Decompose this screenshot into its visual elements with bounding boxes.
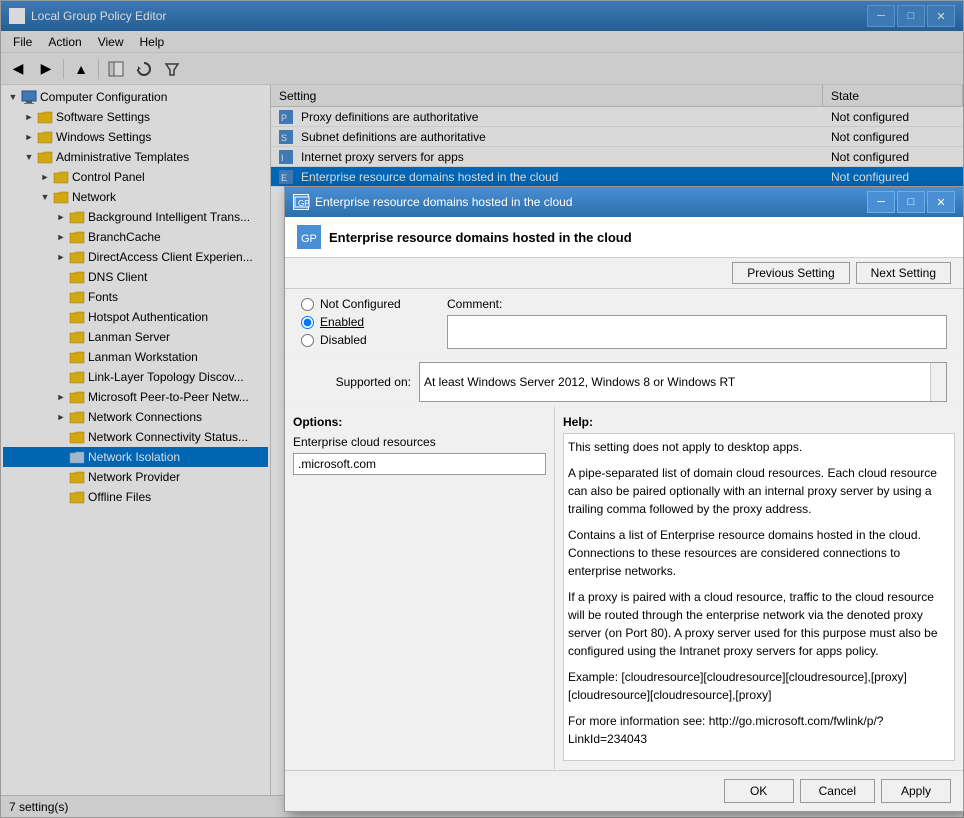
- radio-input-enabled[interactable]: [301, 316, 314, 329]
- svg-text:GP: GP: [298, 199, 310, 208]
- prev-setting-button[interactable]: Previous Setting: [732, 262, 849, 284]
- svg-text:GP: GP: [301, 233, 317, 245]
- enterprise-cloud-resources-input[interactable]: [293, 453, 546, 475]
- modal-title: Enterprise resource domains hosted in th…: [315, 195, 867, 209]
- radio-label-enabled: Enabled: [320, 315, 364, 329]
- radio-disabled[interactable]: Disabled: [301, 333, 431, 347]
- modal-minimize-button[interactable]: ─: [867, 191, 895, 213]
- options-panel: Options: Enterprise cloud resources: [285, 407, 555, 769]
- help-title: Help:: [563, 415, 955, 429]
- supported-value-box: At least Windows Server 2012, Windows 8 …: [419, 362, 947, 402]
- help-para-1: A pipe-separated list of domain cloud re…: [568, 464, 950, 518]
- ok-button[interactable]: OK: [724, 779, 794, 803]
- help-para-0: This setting does not apply to desktop a…: [568, 438, 950, 456]
- help-panel: Help: This setting does not apply to des…: [555, 407, 963, 769]
- radio-input-disabled[interactable]: [301, 334, 314, 347]
- modal-close-button[interactable]: ✕: [927, 191, 955, 213]
- modal-dialog: GP Enterprise resource domains hosted in…: [284, 186, 964, 812]
- radio-label-disabled: Disabled: [320, 333, 367, 347]
- cancel-button[interactable]: Cancel: [800, 779, 875, 803]
- help-para-4: Example: [cloudresource][cloudresource][…: [568, 668, 950, 704]
- modal-header-icon: GP: [297, 225, 321, 249]
- comment-label: Comment:: [447, 297, 947, 311]
- radio-group: Not Configured Enabled Disabled: [301, 297, 431, 349]
- modal-app-icon: GP: [293, 194, 309, 210]
- apply-button[interactable]: Apply: [881, 779, 951, 803]
- help-content: This setting does not apply to desktop a…: [563, 433, 955, 761]
- main-window: Local Group Policy Editor ─ □ ✕ File Act…: [0, 0, 964, 818]
- modal-nav: Previous Setting Next Setting: [285, 258, 963, 289]
- radio-label-not-configured: Not Configured: [320, 297, 401, 311]
- radio-not-configured[interactable]: Not Configured: [301, 297, 431, 311]
- next-setting-button[interactable]: Next Setting: [856, 262, 951, 284]
- modal-header-title: Enterprise resource domains hosted in th…: [329, 230, 632, 245]
- radio-enabled[interactable]: Enabled: [301, 315, 431, 329]
- help-para-2: Contains a list of Enterprise resource d…: [568, 526, 950, 580]
- config-comment-row: Not Configured Enabled Disabled Comment:: [285, 289, 963, 358]
- options-help-row: Options: Enterprise cloud resources Help…: [285, 407, 963, 770]
- help-para-5: For more information see: http://go.micr…: [568, 712, 950, 748]
- radio-input-not-configured[interactable]: [301, 298, 314, 311]
- supported-value-text: At least Windows Server 2012, Windows 8 …: [424, 375, 735, 389]
- modal-footer: OK Cancel Apply: [285, 770, 963, 811]
- modal-header-strip: GP Enterprise resource domains hosted in…: [285, 217, 963, 258]
- modal-overlay: GP Enterprise resource domains hosted in…: [1, 1, 963, 817]
- supported-scrollbar: [930, 363, 946, 401]
- supported-row: Supported on: At least Windows Server 20…: [285, 358, 963, 407]
- comment-textarea[interactable]: [447, 315, 947, 349]
- comment-section: Comment:: [447, 297, 947, 349]
- modal-body: Not Configured Enabled Disabled Comment:: [285, 289, 963, 770]
- options-title: Options:: [293, 415, 546, 429]
- modal-controls: ─ □ ✕: [867, 191, 955, 213]
- help-para-3: If a proxy is paired with a cloud resour…: [568, 588, 950, 660]
- modal-title-bar: GP Enterprise resource domains hosted in…: [285, 187, 963, 217]
- modal-maximize-button[interactable]: □: [897, 191, 925, 213]
- enterprise-cloud-resources-label: Enterprise cloud resources: [293, 435, 546, 449]
- supported-label: Supported on:: [301, 375, 411, 389]
